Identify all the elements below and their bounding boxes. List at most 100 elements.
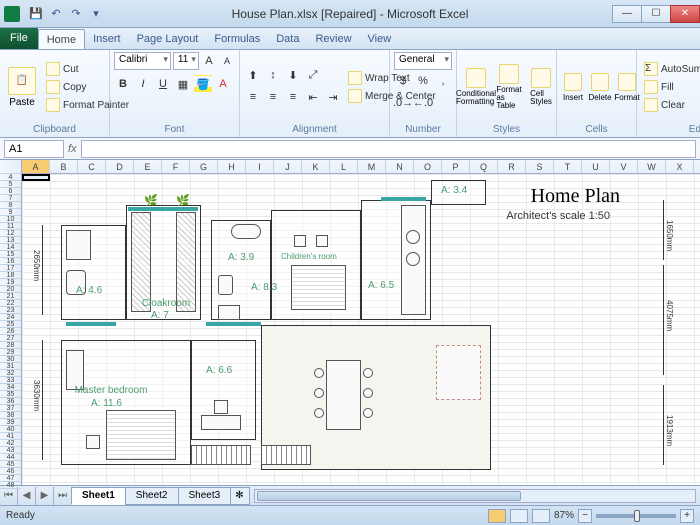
zoom-slider[interactable] — [596, 514, 676, 518]
clear-button[interactable]: Clear — [641, 97, 700, 113]
col-header[interactable]: G — [190, 160, 218, 173]
italic-button[interactable]: I — [134, 75, 152, 93]
col-header[interactable]: R — [498, 160, 526, 173]
align-center-button[interactable]: ≡ — [264, 88, 282, 106]
percent-format-button[interactable]: % — [414, 72, 432, 90]
delete-cells-button[interactable]: Delete — [588, 52, 612, 122]
font-name-dropdown[interactable]: Calibri — [114, 52, 171, 70]
col-header[interactable]: P — [442, 160, 470, 173]
close-button[interactable]: ✕ — [670, 5, 700, 23]
redo-icon[interactable]: ↷ — [68, 6, 84, 22]
save-icon[interactable]: 💾 — [28, 6, 44, 22]
col-header[interactable]: L — [330, 160, 358, 173]
col-header[interactable]: E — [134, 160, 162, 173]
fill-button[interactable]: Fill — [641, 79, 700, 95]
col-header[interactable]: U — [582, 160, 610, 173]
decrease-decimal-button[interactable]: ←.0 — [414, 94, 432, 112]
align-bottom-button[interactable]: ⬇ — [284, 66, 302, 84]
zoom-out-button[interactable]: − — [578, 509, 592, 523]
align-left-button[interactable]: ≡ — [244, 88, 262, 106]
orientation-button[interactable]: ⤢ — [304, 66, 322, 84]
tab-view[interactable]: View — [360, 29, 400, 49]
tab-data[interactable]: Data — [268, 29, 307, 49]
row-header[interactable]: 48 — [0, 482, 21, 489]
paste-button[interactable]: 📋Paste — [4, 52, 40, 122]
decrease-indent-button[interactable]: ⇤ — [304, 88, 322, 106]
col-header[interactable]: A — [22, 160, 50, 173]
scrollbar-thumb[interactable] — [257, 491, 521, 501]
format-as-table-button[interactable]: Format as Table — [494, 52, 524, 122]
new-sheet-button[interactable]: ✻ — [230, 487, 250, 505]
col-header[interactable]: S — [526, 160, 554, 173]
increase-decimal-button[interactable]: .0→ — [394, 94, 412, 112]
undo-icon[interactable]: ↶ — [48, 6, 64, 22]
font-size-dropdown[interactable]: 11 — [173, 52, 199, 70]
sink-icon — [406, 230, 420, 244]
fx-button[interactable]: fx — [68, 143, 77, 155]
horizontal-scrollbar[interactable] — [254, 489, 696, 503]
col-header[interactable]: I — [246, 160, 274, 173]
col-header[interactable]: Q — [470, 160, 498, 173]
increase-indent-button[interactable]: ⇥ — [324, 88, 342, 106]
col-header[interactable]: D — [106, 160, 134, 173]
normal-view-button[interactable] — [488, 509, 506, 523]
bold-button[interactable]: B — [114, 75, 132, 93]
sheet-nav-next[interactable]: ▶ — [36, 487, 54, 505]
align-middle-button[interactable]: ↕ — [264, 66, 282, 84]
underline-button[interactable]: U — [154, 75, 172, 93]
comma-format-button[interactable]: , — [434, 72, 452, 90]
col-header[interactable]: O — [414, 160, 442, 173]
cells-area[interactable]: Home Plan Architect's scale 1:50 2650mm … — [22, 174, 700, 485]
col-header[interactable]: X — [666, 160, 694, 173]
tab-insert[interactable]: Insert — [85, 29, 129, 49]
tab-file[interactable]: File — [0, 27, 38, 49]
zoom-in-button[interactable]: + — [680, 509, 694, 523]
tab-home[interactable]: Home — [38, 29, 85, 49]
sheet-tab-1[interactable]: Sheet1 — [71, 487, 126, 505]
col-header[interactable]: T — [554, 160, 582, 173]
dim-line — [42, 225, 43, 315]
dim-line — [663, 265, 664, 375]
col-header[interactable]: N — [386, 160, 414, 173]
page-layout-view-button[interactable] — [510, 509, 528, 523]
maximize-button[interactable]: ☐ — [641, 5, 671, 23]
sheet-tab-3[interactable]: Sheet3 — [178, 487, 232, 505]
zoom-slider-thumb[interactable] — [634, 510, 640, 522]
sheet-nav-first[interactable]: ⏮ — [0, 487, 18, 505]
tab-review[interactable]: Review — [307, 29, 359, 49]
number-format-dropdown[interactable]: General — [394, 52, 452, 70]
sheet-tab-2[interactable]: Sheet2 — [125, 487, 179, 505]
col-header[interactable]: W — [638, 160, 666, 173]
col-header[interactable]: H — [218, 160, 246, 173]
border-button[interactable]: ▦ — [174, 75, 192, 93]
align-right-button[interactable]: ≡ — [284, 88, 302, 106]
minimize-button[interactable]: — — [612, 5, 642, 23]
tab-formulas[interactable]: Formulas — [206, 29, 268, 49]
col-header[interactable]: K — [302, 160, 330, 173]
col-header[interactable]: F — [162, 160, 190, 173]
sheet-nav-prev[interactable]: ◀ — [18, 487, 36, 505]
name-box[interactable]: A1 — [4, 140, 64, 158]
insert-cells-button[interactable]: Insert — [561, 52, 585, 122]
conditional-formatting-button[interactable]: Conditional Formatting — [461, 52, 491, 122]
qat-customize-icon[interactable]: ▾ — [88, 6, 104, 22]
format-cells-button[interactable]: Format — [615, 52, 639, 122]
col-header[interactable]: M — [358, 160, 386, 173]
col-header[interactable]: C — [78, 160, 106, 173]
fill-color-button[interactable]: 🪣 — [194, 75, 212, 93]
align-top-button[interactable]: ⬆ — [244, 66, 262, 84]
page-break-view-button[interactable] — [532, 509, 550, 523]
shrink-font-button[interactable]: A — [219, 52, 235, 70]
font-color-button[interactable]: A — [214, 75, 232, 93]
accounting-format-button[interactable]: $ — [394, 72, 412, 90]
col-header[interactable]: B — [50, 160, 78, 173]
col-header[interactable]: J — [274, 160, 302, 173]
formula-input[interactable] — [81, 140, 696, 158]
sheet-nav-last[interactable]: ⏭ — [54, 487, 72, 505]
autosum-button[interactable]: ΣAutoSum — [641, 61, 700, 77]
tab-page-layout[interactable]: Page Layout — [129, 29, 207, 49]
cell-styles-button[interactable]: Cell Styles — [527, 52, 555, 122]
worksheet-grid[interactable]: 4567891011121314151617181920212223242526… — [0, 160, 700, 485]
grow-font-button[interactable]: A — [201, 52, 217, 70]
col-header[interactable]: V — [610, 160, 638, 173]
